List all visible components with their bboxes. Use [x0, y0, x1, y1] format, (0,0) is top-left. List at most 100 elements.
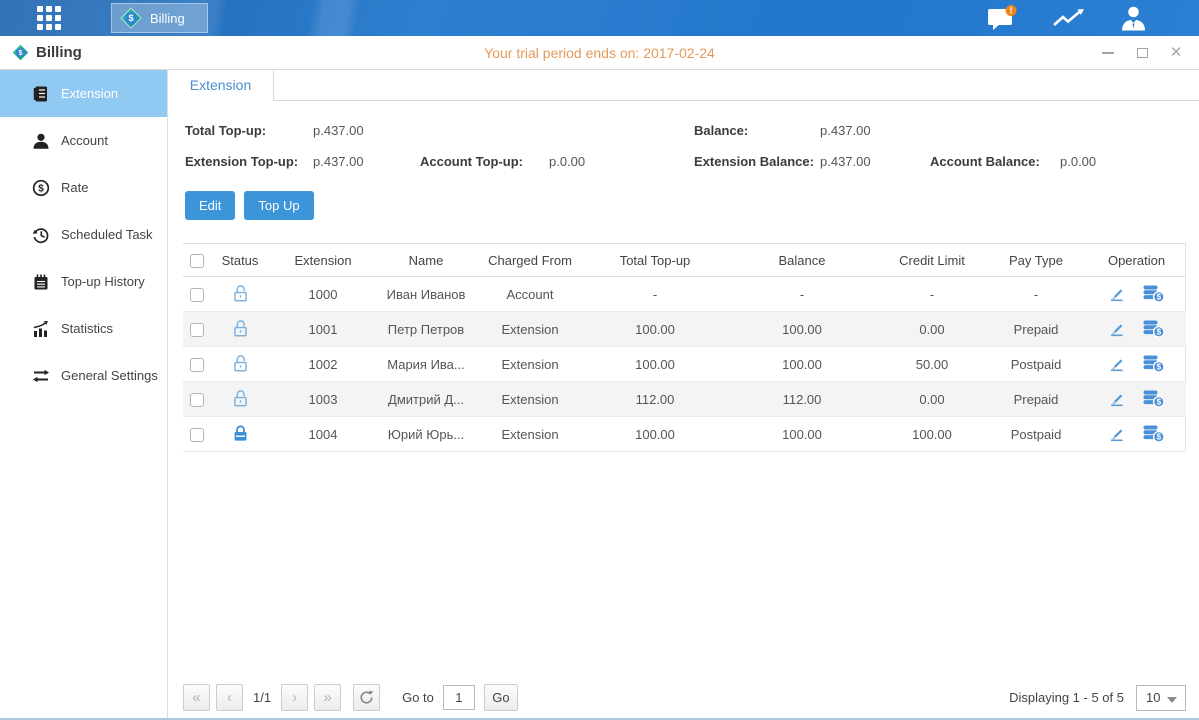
- lock-open-icon[interactable]: [231, 318, 250, 338]
- column-header-credit-limit: Credit Limit: [879, 244, 985, 277]
- row-checkbox[interactable]: [190, 288, 204, 302]
- cell-balance: 100.00: [725, 312, 879, 347]
- lock-closed-icon[interactable]: [231, 423, 250, 443]
- pagination-bar: « ‹ 1/1 › » Go to Go Displaying 1 - 5 of…: [183, 684, 1186, 711]
- notification-badge: !: [1010, 5, 1013, 15]
- sidebar-item-scheduled-task[interactable]: Scheduled Task: [0, 211, 167, 258]
- ledger-icon: [32, 85, 50, 103]
- top-up-coins-icon[interactable]: $: [1142, 388, 1165, 408]
- top-up-coins-icon[interactable]: $: [1142, 318, 1165, 338]
- apps-grid-icon[interactable]: [35, 4, 63, 32]
- summary-right-column: Balance: p.437.00 Extension Balance: p.4…: [694, 115, 1199, 177]
- sidebar-item-statistics[interactable]: Statistics: [0, 305, 167, 352]
- refresh-button[interactable]: [353, 684, 380, 711]
- billing-app-window: $ Billing !: [0, 0, 1199, 720]
- sidebar-item-rate[interactable]: $ Rate: [0, 164, 167, 211]
- row-checkbox[interactable]: [190, 393, 204, 407]
- goto-page-input[interactable]: [443, 685, 475, 710]
- account-balance-label: Account Balance:: [930, 154, 1060, 169]
- row-checkbox[interactable]: [190, 358, 204, 372]
- account-topup-label: Account Top-up:: [420, 154, 549, 169]
- cell-balance: 100.00: [725, 347, 879, 382]
- svg-text:$: $: [1157, 292, 1162, 301]
- account-topup-value: p.0.00: [549, 154, 585, 169]
- cell-extension: 1000: [269, 277, 377, 312]
- edit-button[interactable]: Edit: [185, 191, 235, 220]
- row-checkbox[interactable]: [190, 323, 204, 337]
- statistics-chart-icon[interactable]: [1052, 6, 1086, 30]
- page-size-select[interactable]: 10: [1136, 685, 1186, 711]
- sidebar-item-topup-history[interactable]: Top-up History: [0, 258, 167, 305]
- table-header-row: Status Extension Name Charged From Total…: [183, 244, 1186, 277]
- cell-name: Петр Петров: [377, 312, 475, 347]
- page-title: Billing: [36, 44, 82, 61]
- select-all-checkbox[interactable]: [190, 254, 204, 268]
- top-up-button[interactable]: Top Up: [244, 191, 313, 220]
- top-up-coins-icon[interactable]: $: [1142, 283, 1165, 303]
- cell-charged-from: Extension: [475, 382, 585, 417]
- edit-pencil-icon[interactable]: [1108, 318, 1128, 338]
- top-up-coins-icon[interactable]: $: [1142, 353, 1165, 373]
- dollar-glyph: $: [19, 49, 23, 57]
- sidebar-item-general-settings[interactable]: General Settings: [0, 352, 167, 399]
- line-chart-glyph: [1052, 6, 1086, 30]
- dollar-glyph: $: [128, 13, 133, 23]
- tab-extension[interactable]: Extension: [168, 70, 274, 101]
- top-up-coins-icon[interactable]: $: [1142, 423, 1165, 443]
- transfer-arrows-icon: [32, 367, 50, 385]
- sidebar-item-account[interactable]: Account: [0, 117, 167, 164]
- edit-pencil-icon[interactable]: [1108, 353, 1128, 373]
- column-header-charged-from: Charged From: [475, 244, 585, 277]
- cell-pay-type: Prepaid: [985, 312, 1087, 347]
- message-bubble-glyph: !: [987, 5, 1018, 32]
- close-icon[interactable]: ×: [1169, 46, 1183, 60]
- messages-icon[interactable]: !: [987, 5, 1018, 32]
- maximize-icon[interactable]: [1135, 46, 1149, 60]
- account-balance-value: p.0.00: [1060, 154, 1096, 169]
- svg-text:$: $: [1157, 362, 1162, 371]
- row-checkbox[interactable]: [190, 428, 204, 442]
- content-tab-strip: Extension: [168, 70, 1199, 101]
- edit-pencil-icon[interactable]: [1108, 283, 1128, 303]
- extension-table: Status Extension Name Charged From Total…: [183, 243, 1186, 452]
- sidebar-item-label: Rate: [61, 180, 88, 195]
- edit-pencil-icon[interactable]: [1108, 388, 1128, 408]
- cell-name: Дмитрий Д...: [377, 382, 475, 417]
- last-page-button[interactable]: »: [314, 684, 341, 711]
- sidebar-item-label: Account: [61, 133, 108, 148]
- user-account-icon[interactable]: [1120, 5, 1147, 32]
- edit-pencil-icon[interactable]: [1108, 423, 1128, 443]
- next-page-button[interactable]: ›: [281, 684, 308, 711]
- cell-pay-type: Postpaid: [985, 417, 1087, 452]
- cell-pay-type: Postpaid: [985, 347, 1087, 382]
- sidebar-item-label: Top-up History: [61, 274, 145, 289]
- app-body: Extension Account $ Rat: [0, 70, 1199, 718]
- lock-open-icon[interactable]: [231, 353, 250, 373]
- page-size-value: 10: [1146, 690, 1160, 705]
- cell-name: Юрий Юрь...: [377, 417, 475, 452]
- topbar-icon-group: !: [987, 5, 1147, 32]
- sidebar-item-label: Statistics: [61, 321, 113, 336]
- sidebar-item-extension[interactable]: Extension: [0, 70, 167, 117]
- minimize-icon[interactable]: [1101, 46, 1115, 60]
- go-button[interactable]: Go: [484, 684, 518, 711]
- cell-charged-from: Extension: [475, 417, 585, 452]
- total-topup-value: p.437.00: [313, 123, 364, 138]
- total-topup-label: Total Top-up:: [185, 123, 313, 138]
- cell-credit-limit: 0.00: [879, 382, 985, 417]
- action-button-row: Edit Top Up: [168, 181, 1199, 220]
- prev-page-button[interactable]: ‹: [216, 684, 243, 711]
- first-page-button[interactable]: «: [183, 684, 210, 711]
- lock-open-icon[interactable]: [231, 283, 250, 303]
- balance-value: p.437.00: [820, 123, 871, 138]
- cell-extension: 1001: [269, 312, 377, 347]
- column-header-extension: Extension: [269, 244, 377, 277]
- column-header-operation: Operation: [1087, 244, 1186, 277]
- topbar-tab-label: Billing: [150, 11, 185, 26]
- tab-billing-topbar[interactable]: $ Billing: [111, 3, 208, 33]
- balance-label: Balance:: [694, 123, 820, 138]
- cell-charged-from: Extension: [475, 312, 585, 347]
- cell-credit-limit: 100.00: [879, 417, 985, 452]
- lock-open-icon[interactable]: [231, 388, 250, 408]
- table-row: 1004 Юрий Юрь... Extension 100.00 100.00…: [183, 417, 1186, 452]
